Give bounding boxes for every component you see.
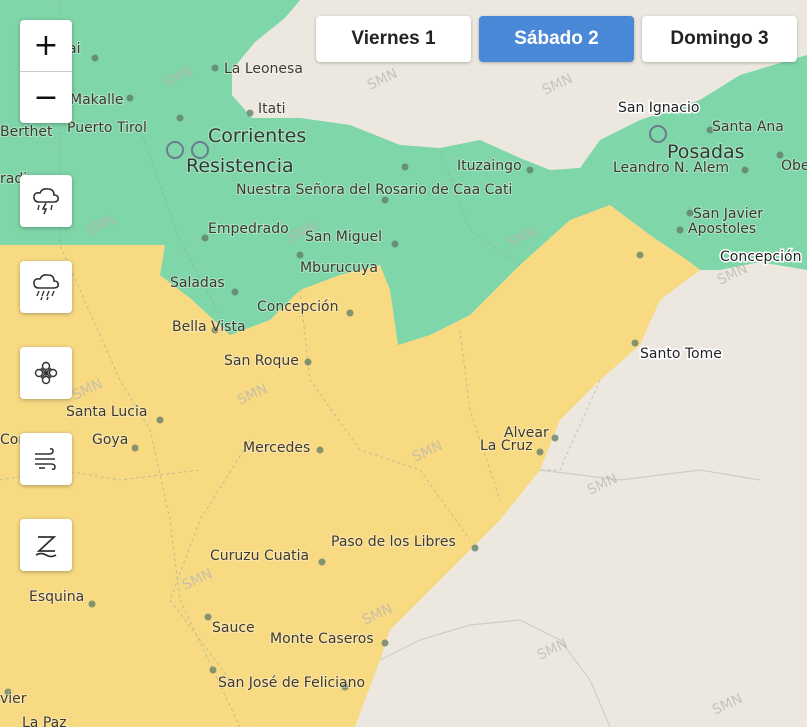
day-selector: Viernes 1 Sábado 2 Domingo 3 bbox=[316, 16, 797, 62]
tab-domingo[interactable]: Domingo 3 bbox=[642, 16, 797, 62]
place-santa-lucia: Santa Lucia bbox=[66, 404, 147, 420]
zonda-layer-button[interactable] bbox=[20, 519, 72, 571]
place-monte-caseros: Monte Caseros bbox=[270, 631, 374, 647]
place-santa-ana: Santa Ana bbox=[712, 119, 784, 135]
place-makalle: Makalle bbox=[70, 92, 124, 108]
place-berthet: Berthet bbox=[0, 124, 53, 140]
place-saladas: Saladas bbox=[170, 275, 225, 291]
place-goya: Goya bbox=[92, 432, 128, 448]
place-empedrado: Empedrado bbox=[208, 221, 289, 237]
place-la-cruz: La Cruz bbox=[480, 438, 533, 454]
place-curuzu-cuatia: Curuzu Cuatia bbox=[210, 548, 309, 564]
place-san-miguel: San Miguel bbox=[305, 229, 382, 245]
place-puerto-tirol: Puerto Tirol bbox=[67, 120, 147, 136]
zoom-out-button[interactable]: − bbox=[20, 71, 72, 123]
place-ituzaingo: Ituzaingo bbox=[457, 158, 522, 174]
place-corrientes: Corrientes bbox=[208, 125, 306, 147]
tab-sabado[interactable]: Sábado 2 bbox=[479, 16, 634, 62]
place-esquina: Esquina bbox=[29, 589, 84, 605]
zonda-icon bbox=[35, 536, 57, 558]
place-itati: Itati bbox=[258, 101, 286, 117]
place-concepcion: Concepción bbox=[257, 299, 338, 315]
alert-map[interactable]: SMN SMN SMN SMN SMN SMN SMN SMN SMN SMN … bbox=[0, 0, 807, 727]
wind-icon bbox=[35, 447, 56, 471]
place-san-jose-de-feliciano: San José de Feliciano bbox=[218, 675, 365, 691]
place-vier: vier bbox=[0, 691, 27, 707]
rain-icon bbox=[33, 274, 59, 301]
place-san-ignacio: San Ignacio bbox=[618, 100, 699, 116]
rain-layer-button[interactable] bbox=[20, 261, 72, 313]
snow-icon bbox=[34, 361, 58, 385]
place-la-leonesa: La Leonesa bbox=[224, 61, 303, 77]
place-santo-tome: Santo Tome bbox=[640, 346, 722, 362]
thunderstorm-icon bbox=[33, 188, 59, 215]
place-leandro-n-alem: Leandro N. Alem bbox=[613, 160, 729, 176]
place-san-javier: San Javier bbox=[693, 206, 763, 222]
place-resistencia: Resistencia bbox=[186, 155, 294, 177]
snow-layer-button[interactable] bbox=[20, 347, 72, 399]
place-la-paz: La Paz bbox=[22, 715, 67, 727]
place-obe: Obe bbox=[781, 158, 807, 174]
place-mburucuya: Mburucuya bbox=[300, 260, 378, 276]
thunderstorm-layer-button[interactable] bbox=[20, 175, 72, 227]
place-san-roque: San Roque bbox=[224, 353, 299, 369]
place-bella-vista: Bella Vista bbox=[172, 319, 246, 335]
place-caa-cati: Nuestra Señora del Rosario de Caa Cati bbox=[236, 182, 512, 198]
place-paso-de-los-libres: Paso de los Libres bbox=[331, 534, 456, 550]
place-apostoles: Apostoles bbox=[688, 221, 756, 237]
tab-viernes[interactable]: Viernes 1 bbox=[316, 16, 471, 62]
place-sauce: Sauce bbox=[212, 620, 255, 636]
zoom-in-button[interactable]: + bbox=[20, 20, 72, 71]
zoom-control: + − bbox=[20, 20, 72, 123]
place-mercedes: Mercedes bbox=[243, 440, 310, 456]
wind-layer-button[interactable] bbox=[20, 433, 72, 485]
place-concepcion-ne: Concepción bbox=[720, 249, 801, 265]
